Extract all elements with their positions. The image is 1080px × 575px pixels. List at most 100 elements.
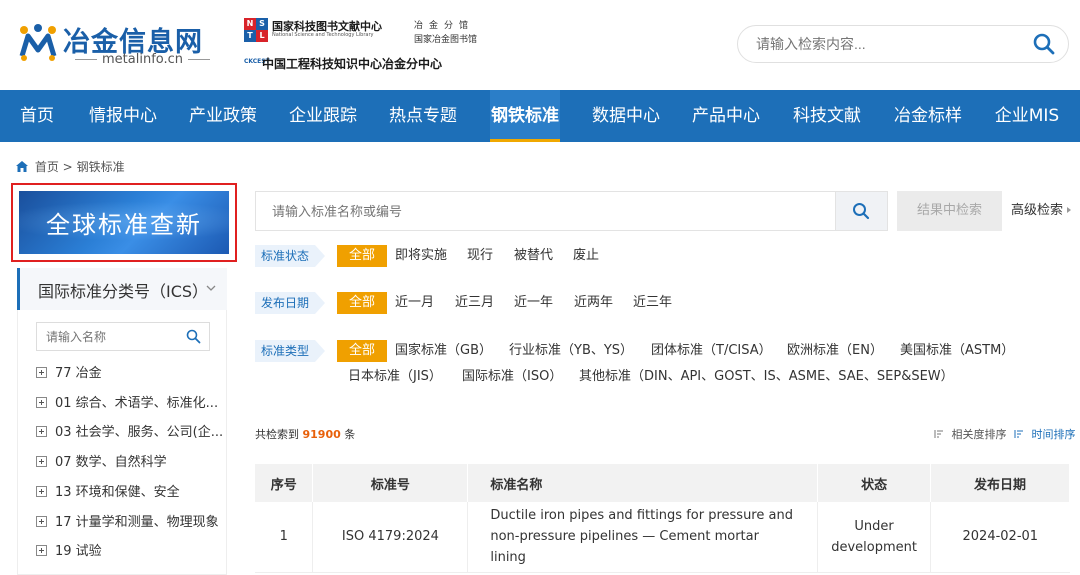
column-header-date: 发布日期 bbox=[930, 464, 1070, 502]
ckcest-name: 中国工程科技知识中心冶金分中心 bbox=[262, 57, 443, 71]
nav-item-steel-standards[interactable]: 钢铁标准 bbox=[490, 90, 560, 142]
nav-item-enterprise-tracking[interactable]: 企业跟踪 bbox=[274, 90, 372, 142]
site-logo[interactable]: 冶金信息网 metalinfo.cn bbox=[18, 14, 228, 74]
ics-tree-label: 17 计量学和测量、物理现象 bbox=[55, 515, 219, 530]
ics-search-input[interactable] bbox=[46, 323, 186, 350]
filter-status-abolished[interactable]: 废止 bbox=[573, 245, 599, 267]
row-status: Under development bbox=[817, 502, 932, 573]
row-name[interactable]: Ductile iron pipes and fittings for pres… bbox=[467, 502, 819, 573]
filter-type-other[interactable]: 其他标准（DIN、API、GOST、IS、ASME、SAE、SEP&SEW） bbox=[579, 366, 954, 388]
nstl-library-name: 国家冶金图书馆 bbox=[414, 35, 478, 45]
ics-tree-label: 13 环境和保健、安全 bbox=[55, 485, 180, 500]
search-icon bbox=[853, 203, 870, 220]
ics-tree-label: 07 数学、自然科学 bbox=[55, 455, 167, 470]
ics-tree-item[interactable]: 01 综合、术语学、标准化... bbox=[36, 393, 226, 415]
expand-plus-icon[interactable] bbox=[36, 456, 47, 467]
standard-search-button[interactable] bbox=[835, 192, 887, 230]
sort-icon bbox=[1014, 430, 1023, 438]
expand-plus-icon[interactable] bbox=[36, 397, 47, 408]
filter-type-group[interactable]: 团体标准（T/CISA） bbox=[651, 340, 772, 362]
filter-label-type: 标准类型 bbox=[255, 340, 326, 362]
nav-item-product-center[interactable]: 产品中心 bbox=[676, 90, 776, 142]
filter-status-replaced[interactable]: 被替代 bbox=[514, 245, 553, 267]
filter-date-3y[interactable]: 近三年 bbox=[633, 292, 672, 314]
site-search-input[interactable] bbox=[756, 26, 1016, 62]
filter-type-jis[interactable]: 日本标准（JIS） bbox=[348, 366, 442, 388]
filter-status-current[interactable]: 现行 bbox=[467, 245, 493, 267]
ics-tree-item[interactable]: 13 环境和保健、安全 bbox=[36, 482, 226, 504]
filter-type-iso[interactable]: 国际标准（ISO） bbox=[462, 366, 562, 388]
standard-search-input[interactable] bbox=[272, 192, 812, 230]
ics-tree-item[interactable]: 19 试验 bbox=[36, 541, 226, 563]
ics-tree-label: 03 社会学、服务、公司(企... bbox=[55, 425, 224, 440]
filter-status-upcoming[interactable]: 即将实施 bbox=[395, 245, 447, 267]
site-search-box bbox=[737, 25, 1069, 63]
filter-date-all[interactable]: 全部 bbox=[337, 292, 388, 314]
search-within-results-button[interactable]: 结果中检索 bbox=[897, 191, 1002, 231]
nav-item-data-center[interactable]: 数据中心 bbox=[576, 90, 676, 142]
advanced-search-link[interactable]: 高级检索 bbox=[1011, 191, 1072, 231]
breadcrumb-home[interactable]: 首页 bbox=[35, 160, 59, 174]
sort-icon bbox=[934, 430, 943, 438]
partner-logos: NS TL 国家科技图书文献中心 National Science and Te… bbox=[244, 18, 484, 78]
expand-plus-icon[interactable] bbox=[36, 516, 47, 527]
ics-panel-header[interactable]: 国际标准分类号（ICS） bbox=[17, 268, 227, 310]
column-header-code: 标准号 bbox=[312, 464, 469, 502]
expand-plus-icon[interactable] bbox=[36, 486, 47, 497]
filter-type-astm[interactable]: 美国标准（ASTM） bbox=[900, 340, 1014, 362]
column-header-no: 序号 bbox=[255, 464, 314, 502]
filter-type-all[interactable]: 全部 bbox=[337, 340, 388, 362]
table-row[interactable]: 1 ISO 4179:2024 Ductile iron pipes and f… bbox=[255, 502, 1070, 573]
breadcrumb: 首页 > 钢铁标准 bbox=[16, 158, 125, 175]
ics-tree-item[interactable]: 07 数学、自然科学 bbox=[36, 452, 226, 474]
nav-item-literature[interactable]: 科技文献 bbox=[776, 90, 878, 142]
results-table: 序号 标准号 标准名称 状态 发布日期 1 ISO 4179:2024 Duct… bbox=[255, 464, 1070, 573]
ics-tree-label: 01 综合、术语学、标准化... bbox=[55, 396, 219, 411]
banner-text: 全球标准查新 bbox=[46, 211, 202, 239]
row-date: 2024-02-01 bbox=[930, 502, 1070, 573]
global-standard-banner[interactable]: 全球标准查新 bbox=[19, 191, 229, 254]
filter-type-gb[interactable]: 国家标准（GB） bbox=[395, 340, 492, 362]
filter-date-1y[interactable]: 近一年 bbox=[514, 292, 553, 314]
main-nav: 首页 情报中心 产业政策 企业跟踪 热点专题 钢铁标准 数据中心 产品中心 科技… bbox=[0, 90, 1080, 142]
nstl-english-name: National Science and Technology Library bbox=[272, 32, 374, 38]
nav-item-reference-materials[interactable]: 冶金标样 bbox=[878, 90, 978, 142]
search-icon[interactable] bbox=[186, 329, 201, 344]
filter-label-date: 发布日期 bbox=[255, 292, 326, 314]
global-standard-banner-highlight: 全球标准查新 bbox=[11, 183, 237, 262]
ics-search-box bbox=[36, 322, 210, 351]
nav-item-intelligence[interactable]: 情报中心 bbox=[74, 90, 172, 142]
nav-item-policy[interactable]: 产业政策 bbox=[172, 90, 274, 142]
nav-item-enterprise-mis[interactable]: 企业MIS bbox=[980, 90, 1074, 142]
table-header-row: 序号 标准号 标准名称 状态 发布日期 bbox=[255, 464, 1070, 502]
filter-status-all[interactable]: 全部 bbox=[337, 245, 388, 267]
breadcrumb-current: 钢铁标准 bbox=[76, 160, 125, 174]
expand-plus-icon[interactable] bbox=[36, 426, 47, 437]
search-icon[interactable] bbox=[1032, 32, 1056, 56]
logo-subtitle: metalinfo.cn bbox=[70, 52, 215, 67]
breadcrumb-separator: > bbox=[62, 160, 73, 174]
ics-tree-label: 19 试验 bbox=[55, 544, 102, 559]
ics-tree-item[interactable]: 17 计量学和测量、物理现象 bbox=[36, 512, 226, 534]
ics-tree-item[interactable]: 03 社会学、服务、公司(企... bbox=[36, 422, 226, 444]
sort-time[interactable]: 时间排序 bbox=[1014, 428, 1076, 441]
expand-plus-icon[interactable] bbox=[36, 367, 47, 378]
filter-type-en[interactable]: 欧洲标准（EN） bbox=[787, 340, 883, 362]
filter-date-2y[interactable]: 近两年 bbox=[574, 292, 613, 314]
row-code[interactable]: ISO 4179:2024 bbox=[312, 502, 469, 573]
result-count-prefix: 共检索到 bbox=[255, 428, 299, 441]
expand-plus-icon[interactable] bbox=[36, 545, 47, 556]
filter-date-3m[interactable]: 近三月 bbox=[455, 292, 494, 314]
filter-type-industry[interactable]: 行业标准（YB、YS） bbox=[509, 340, 633, 362]
sort-time-label: 时间排序 bbox=[1031, 428, 1076, 441]
nav-item-home[interactable]: 首页 bbox=[0, 90, 74, 142]
nav-item-hot-topics[interactable]: 热点专题 bbox=[372, 90, 474, 142]
caret-right-icon bbox=[1067, 207, 1072, 213]
column-header-name: 标准名称 bbox=[467, 464, 819, 502]
sort-relevance[interactable]: 相关度排序 bbox=[934, 428, 1010, 441]
sort-options: 相关度排序 时间排序 bbox=[930, 426, 1076, 442]
ics-tree-item[interactable]: 77 冶金 bbox=[36, 363, 226, 385]
result-count: 共检索到 91900 条 bbox=[255, 426, 355, 442]
filter-date-1m[interactable]: 近一月 bbox=[395, 292, 434, 314]
nstl-branch-name: 冶金分馆 bbox=[414, 21, 475, 31]
